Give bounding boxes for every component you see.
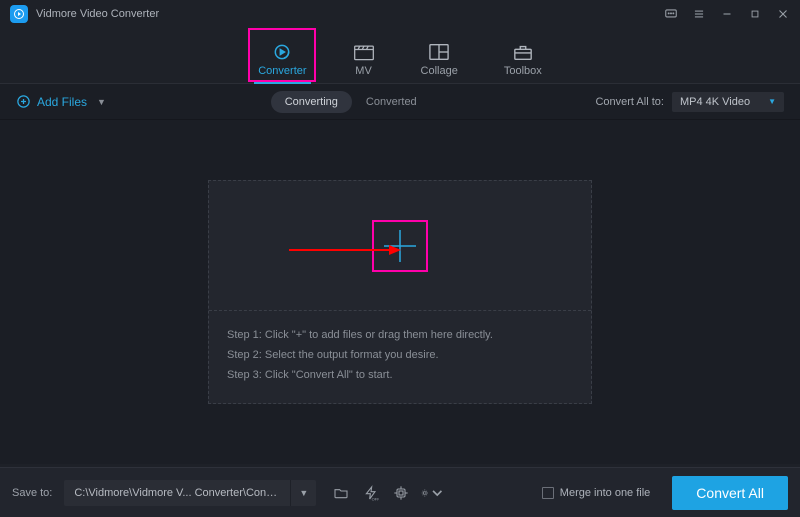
open-folder-button[interactable] (330, 482, 352, 504)
tab-label: Toolbox (504, 65, 542, 77)
instruction-step-1: Step 1: Click "+" to add files or drag t… (227, 325, 573, 345)
add-files-label: Add Files (37, 95, 87, 109)
converter-icon (271, 42, 293, 62)
tab-label: MV (355, 65, 372, 77)
checkbox-icon (542, 487, 554, 499)
toolbox-icon (512, 42, 534, 62)
maximize-icon[interactable] (748, 7, 762, 21)
tab-mv[interactable]: MV (353, 42, 375, 83)
add-files-plus-button[interactable] (372, 220, 428, 272)
settings-button[interactable] (420, 482, 442, 504)
subtab-converted[interactable]: Converted (352, 91, 431, 113)
plus-icon (380, 226, 420, 266)
gear-icon (420, 485, 431, 501)
chevron-down-icon: ▼ (768, 97, 776, 106)
instruction-step-3: Step 3: Click "Convert All" to start. (227, 365, 573, 385)
tab-toolbox[interactable]: Toolbox (504, 42, 542, 83)
plus-circle-icon (16, 94, 31, 109)
instruction-step-2: Step 2: Select the output format you des… (227, 345, 573, 365)
chevron-down-icon: ▼ (290, 480, 316, 506)
close-icon[interactable] (776, 7, 790, 21)
subtab-converting[interactable]: Converting (271, 91, 352, 113)
tab-label: Collage (421, 65, 458, 77)
tab-converter[interactable]: Converter (258, 42, 306, 83)
app-title: Vidmore Video Converter (36, 8, 159, 20)
svg-text:OFF: OFF (372, 496, 379, 501)
menu-icon[interactable] (692, 7, 706, 21)
bolt-off-icon: OFF (363, 485, 379, 501)
save-path-value: C:\Vidmore\Vidmore V... Converter\Conver… (64, 487, 290, 499)
save-path-dropdown[interactable]: C:\Vidmore\Vidmore V... Converter\Conver… (64, 480, 316, 506)
chevron-down-icon (432, 485, 443, 501)
convert-all-label: Convert All (696, 485, 764, 501)
save-to-label: Save to: (12, 487, 52, 499)
output-format-value: MP4 4K Video (680, 96, 750, 108)
add-files-button[interactable]: Add Files ▼ (16, 94, 106, 109)
convert-all-button[interactable]: Convert All (672, 476, 788, 510)
cpu-icon (393, 485, 409, 501)
mv-icon (353, 42, 375, 62)
collage-icon (428, 42, 450, 62)
tab-collage[interactable]: Collage (421, 42, 458, 83)
merge-checkbox[interactable]: Merge into one file (542, 487, 651, 499)
hardware-accel-button[interactable]: OFF (360, 482, 382, 504)
app-logo-icon (10, 5, 28, 23)
high-speed-button[interactable] (390, 482, 412, 504)
folder-icon (333, 485, 349, 501)
drop-panel[interactable]: Step 1: Click "+" to add files or drag t… (208, 180, 592, 404)
merge-label: Merge into one file (560, 487, 651, 499)
convert-all-to-label: Convert All to: (595, 96, 663, 108)
chevron-down-icon: ▼ (97, 97, 106, 107)
output-format-dropdown[interactable]: MP4 4K Video ▼ (672, 92, 784, 112)
minimize-icon[interactable] (720, 7, 734, 21)
tab-label: Converter (258, 65, 306, 77)
feedback-icon[interactable] (664, 7, 678, 21)
